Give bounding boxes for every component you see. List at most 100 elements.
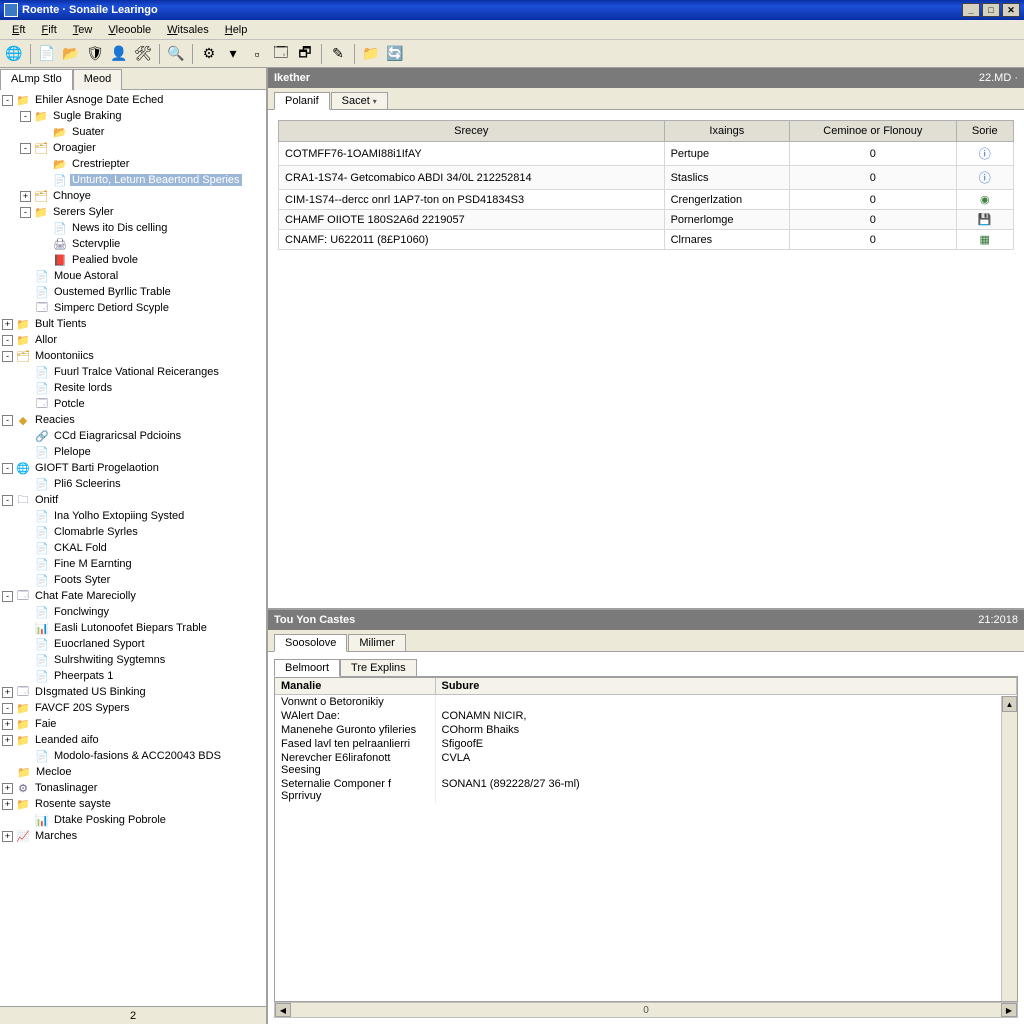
- expander-icon[interactable]: +: [2, 319, 13, 330]
- upper-tab-0[interactable]: Polanif: [274, 92, 330, 110]
- tree-item-40[interactable]: +📁Leanded aifo: [0, 732, 266, 748]
- tree-item-11[interactable]: 📄Moue Astoral: [0, 268, 266, 284]
- column-header[interactable]: Ixaings: [664, 121, 790, 142]
- tree-item-10[interactable]: 📕Pealied bvole: [0, 252, 266, 268]
- upper-tab-1[interactable]: Sacet▾: [331, 92, 388, 110]
- tree-item-23[interactable]: -🌐GIOFT Barti Progelaotion: [0, 460, 266, 476]
- expander-icon[interactable]: +: [2, 799, 13, 810]
- search-icon[interactable]: 🔍: [166, 44, 186, 64]
- expander-icon[interactable]: +: [2, 687, 13, 698]
- tree-item-46[interactable]: +📈Marches: [0, 828, 266, 844]
- tree-item-9[interactable]: 🖨Sctervplie: [0, 236, 266, 252]
- menu-help[interactable]: Help: [217, 22, 256, 38]
- tool-icon[interactable]: 🛠: [133, 44, 153, 64]
- column-header[interactable]: Sorie: [956, 121, 1013, 142]
- save-icon[interactable]: 💾: [978, 214, 992, 226]
- edit-icon[interactable]: ✎: [328, 44, 348, 64]
- dropdown-icon[interactable]: ▾: [223, 44, 243, 64]
- tree-item-38[interactable]: -📁FAVCF 20S Sypers: [0, 700, 266, 716]
- menu-vleooble[interactable]: Vleooble: [100, 22, 159, 38]
- tree-item-22[interactable]: 📄Plelope: [0, 444, 266, 460]
- lower-tab-1[interactable]: Milimer: [348, 634, 405, 652]
- tree-item-0[interactable]: -📁Ehiler Asnoge Date Eched: [0, 92, 266, 108]
- tree-item-41[interactable]: 📄Modolo-fasions & ACC20043 BDS: [0, 748, 266, 764]
- tree-item-29[interactable]: 📄Fine M Earnting: [0, 556, 266, 572]
- expander-icon[interactable]: +: [2, 735, 13, 746]
- tree-item-7[interactable]: -📁Serers Syler: [0, 204, 266, 220]
- tree-item-2[interactable]: 📂Suater: [0, 124, 266, 140]
- close-button[interactable]: ✕: [1002, 3, 1020, 17]
- menu-eft[interactable]: Eft: [4, 22, 33, 38]
- inner-tab-1[interactable]: Tre Explins: [340, 659, 417, 677]
- tree-item-5[interactable]: 📄Unturto, Leturn Beaertond Speries: [0, 172, 266, 188]
- expander-icon[interactable]: -: [2, 591, 13, 602]
- sidebar-tab-2[interactable]: Meod: [73, 69, 123, 90]
- tree-item-24[interactable]: 📄Pli6 Scleerins: [0, 476, 266, 492]
- prop-header[interactable]: Manalie: [275, 678, 435, 695]
- tree-item-45[interactable]: 📊Dtake Posking Pobrole: [0, 812, 266, 828]
- info-icon[interactable]: ⓘ: [979, 171, 991, 185]
- maximize-button[interactable]: □: [982, 3, 1000, 17]
- expander-icon[interactable]: +: [2, 831, 13, 842]
- shield-icon[interactable]: 🛡: [85, 44, 105, 64]
- expander-icon[interactable]: -: [2, 703, 13, 714]
- tree-item-20[interactable]: -◆Reacies: [0, 412, 266, 428]
- prop-row[interactable]: Fased lavl ten pelraanlierriSfigoofE: [275, 737, 1017, 751]
- expander-icon[interactable]: -: [20, 111, 31, 122]
- expander-icon[interactable]: -: [20, 207, 31, 218]
- tree-item-16[interactable]: -🗂Moontoniics: [0, 348, 266, 364]
- tree-item-42[interactable]: 📁Mecloe: [0, 764, 266, 780]
- table-row[interactable]: CRA1-1S74- Getcomabico ABDI 34/0L 212252…: [279, 166, 1014, 190]
- scroll-left-button[interactable]: ◀: [275, 1003, 291, 1017]
- folder-icon[interactable]: 📁: [361, 44, 381, 64]
- tree-item-4[interactable]: 📂Crestriepter: [0, 156, 266, 172]
- tree-item-14[interactable]: +📁Bult Tients: [0, 316, 266, 332]
- expander-icon[interactable]: +: [2, 719, 13, 730]
- prop-row[interactable]: WAlert Dae:CONAMN NICIR,: [275, 709, 1017, 723]
- refresh-icon[interactable]: 🔄: [385, 44, 405, 64]
- tree-item-30[interactable]: 📄Foots Syter: [0, 572, 266, 588]
- minimize-button[interactable]: _: [962, 3, 980, 17]
- tree-item-26[interactable]: 📄Ina Yolho Extopiing Systed: [0, 508, 266, 524]
- expander-icon[interactable]: +: [2, 783, 13, 794]
- tree-item-25[interactable]: -🗀Onitf: [0, 492, 266, 508]
- tree-item-15[interactable]: -📁Allor: [0, 332, 266, 348]
- prop-row[interactable]: Seternalie Componer f SprrivuySONAN1 (89…: [275, 777, 1017, 803]
- column-header[interactable]: Ceminoe or Flonouy: [790, 121, 956, 142]
- menu-fift[interactable]: Fift: [33, 22, 64, 38]
- tree-item-35[interactable]: 📄Sulrshwiting Sygtemns: [0, 652, 266, 668]
- tree-item-44[interactable]: +📁Rosente sayste: [0, 796, 266, 812]
- tree-item-27[interactable]: 📄Clomabrle Syrles: [0, 524, 266, 540]
- scroll-right-button[interactable]: ▶: [1001, 1003, 1017, 1017]
- tree-item-6[interactable]: +🗂Chnoye: [0, 188, 266, 204]
- expander-icon[interactable]: -: [20, 143, 31, 154]
- table-row[interactable]: COTMFF76-1OAMI88i1IfAYPertupe0ⓘ: [279, 142, 1014, 166]
- expander-icon[interactable]: -: [2, 351, 13, 362]
- tree-item-32[interactable]: 📄Fonclwingy: [0, 604, 266, 620]
- prop-row[interactable]: Manenehe Guronto yfileriesCOhorm Bhaiks: [275, 723, 1017, 737]
- inner-tab-0[interactable]: Belmoort: [274, 659, 340, 677]
- window-icon[interactable]: 🗔: [271, 44, 291, 64]
- table-row[interactable]: CHAMF OIIOTE 180S2A6d 2219057Pornerlomge…: [279, 210, 1014, 230]
- prop-header[interactable]: Subure: [435, 678, 1017, 695]
- column-header[interactable]: Srecey: [279, 121, 665, 142]
- menu-tew[interactable]: Tew: [65, 22, 101, 38]
- tree-item-19[interactable]: 🗔Potcle: [0, 396, 266, 412]
- open-icon[interactable]: 📂: [61, 44, 81, 64]
- tree-item-21[interactable]: 🔗CCd Eiagraricsal Pdcioins: [0, 428, 266, 444]
- info-icon[interactable]: ⓘ: [979, 147, 991, 161]
- expander-icon[interactable]: -: [2, 495, 13, 506]
- tree-item-8[interactable]: 📄News ito Dis celling: [0, 220, 266, 236]
- expander-icon[interactable]: -: [2, 415, 13, 426]
- tree-item-17[interactable]: 📄Fuurl Tralce Vational Reiceranges: [0, 364, 266, 380]
- excel-icon[interactable]: ▦: [980, 234, 990, 246]
- tree-item-36[interactable]: 📄Pheerpats 1: [0, 668, 266, 684]
- lower-tab-0[interactable]: Soosolove: [274, 634, 347, 652]
- gear-icon[interactable]: ⚙: [199, 44, 219, 64]
- expander-icon[interactable]: +: [20, 191, 31, 202]
- new-icon[interactable]: 📄: [37, 44, 57, 64]
- menu-witsales[interactable]: Witsales: [159, 22, 217, 38]
- expander-icon[interactable]: -: [2, 95, 13, 106]
- tree-item-43[interactable]: +⚙Tonaslinager: [0, 780, 266, 796]
- horizontal-scrollbar[interactable]: ◀ 0 ▶: [274, 1002, 1018, 1018]
